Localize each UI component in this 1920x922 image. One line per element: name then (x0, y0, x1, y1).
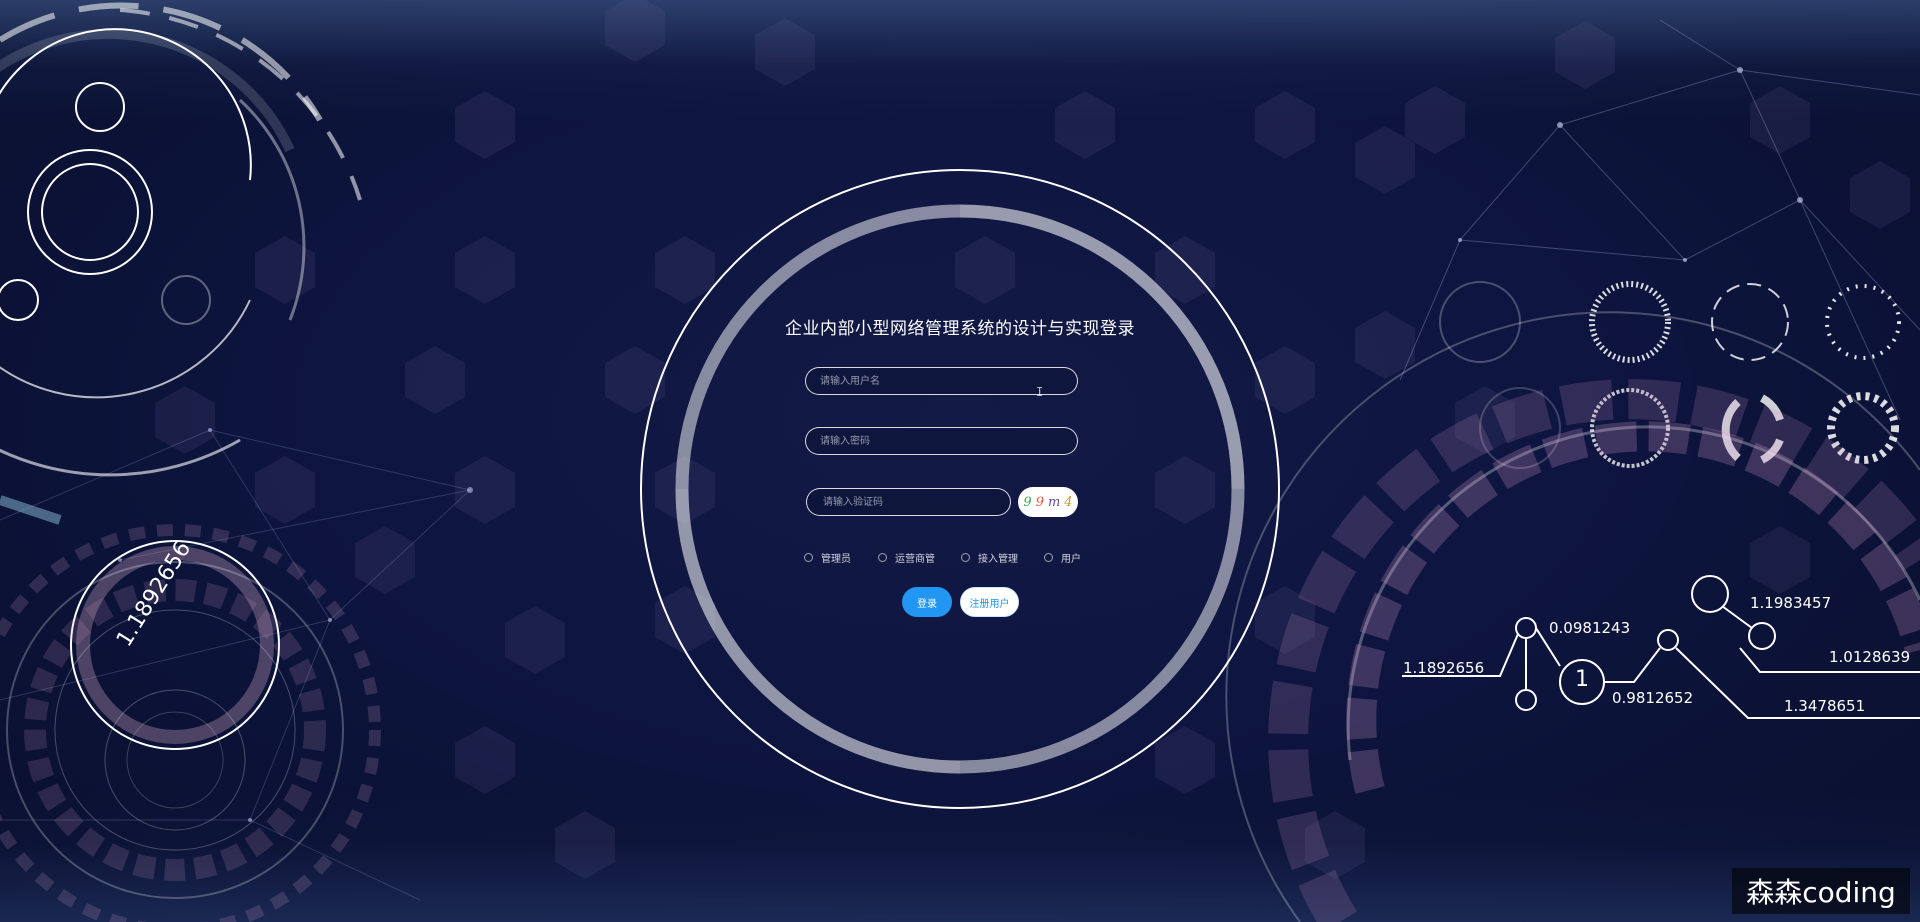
radio-icon[interactable] (961, 552, 970, 562)
role-option-operator[interactable]: 运营商管 (878, 548, 935, 566)
role-selector: 管理员 运营商管 接入管理 用户 (804, 548, 1094, 566)
role-label: 运营商管 (895, 553, 935, 565)
captcha-input[interactable] (806, 488, 1011, 516)
metric-value: 0.0981243 (1549, 619, 1631, 637)
captcha-char: m (1047, 494, 1061, 510)
network-lines-right (1399, 19, 1920, 421)
login-button[interactable]: 登录 (902, 587, 952, 617)
captcha-char: 9 (1023, 494, 1032, 510)
password-input[interactable] (805, 427, 1078, 455)
metric-value: 0.9812652 (1612, 689, 1694, 707)
metric-value: 1.1892656 (1403, 659, 1485, 677)
radio-icon[interactable] (878, 552, 887, 562)
tech-background (0, 0, 1920, 922)
node-label: 1 (1575, 667, 1589, 692)
metric-value: 1.3478651 (1784, 697, 1866, 715)
role-label: 接入管理 (978, 553, 1018, 565)
radio-icon[interactable] (804, 552, 813, 562)
role-option-access[interactable]: 接入管理 (961, 548, 1018, 566)
radio-icon[interactable] (1044, 552, 1053, 562)
register-button[interactable]: 注册用户 (960, 587, 1019, 617)
network-nodes-right (1458, 67, 1803, 262)
captcha-char: 9 (1035, 494, 1044, 510)
role-label: 管理员 (821, 553, 851, 565)
role-option-user[interactable]: 用户 (1044, 548, 1081, 566)
login-page: 1.1892656 1 0.0981243 1.1983457 1.189265… (0, 0, 1920, 922)
login-title: 企业内部小型网络管理系统的设计与实现登录 (785, 319, 1135, 339)
captcha-image[interactable]: 9 9 m 4 (1018, 487, 1078, 517)
role-label: 用户 (1061, 553, 1081, 565)
text-cursor-icon: I (1036, 385, 1044, 399)
metric-value: 1.1983457 (1750, 594, 1832, 612)
role-option-admin[interactable]: 管理员 (804, 548, 851, 566)
captcha-char: 4 (1064, 494, 1073, 510)
watermark: 森森coding (1732, 868, 1910, 914)
metric-value: 1.0128639 (1829, 648, 1911, 666)
